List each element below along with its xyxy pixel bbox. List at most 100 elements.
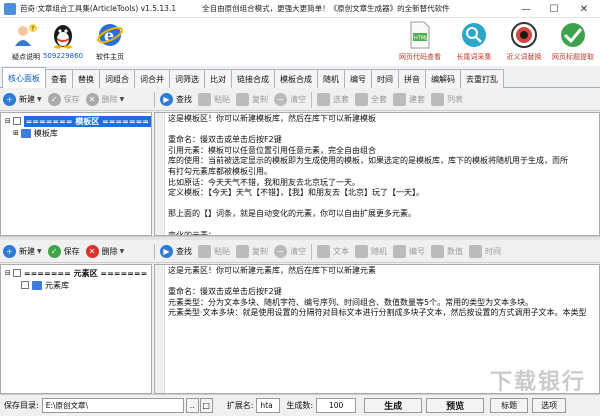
tab-dedupe-shuffle[interactable]: 去重打乱 bbox=[460, 69, 504, 88]
plus-icon: + bbox=[3, 245, 16, 258]
element-number-button[interactable]: 编号 bbox=[390, 242, 428, 262]
template-select-all-button[interactable]: 全套 bbox=[352, 90, 390, 110]
element-number-label: 编号 bbox=[409, 247, 425, 256]
tab-codec[interactable]: 编解码 bbox=[425, 69, 461, 88]
template-delete-label: 删除 bbox=[101, 95, 118, 104]
html-view-label: 网页代码查看 bbox=[399, 53, 441, 61]
element-clear-button[interactable]: − 清空 bbox=[271, 242, 309, 262]
minus-icon: − bbox=[274, 93, 287, 106]
element-find-button[interactable]: ▶ 查找 bbox=[157, 242, 195, 262]
template-paste-button[interactable]: 粘贴 bbox=[195, 90, 233, 110]
element-numeric-button[interactable]: 数值 bbox=[428, 242, 466, 262]
element-new-label: 新建 bbox=[19, 247, 35, 256]
element-tree-root-label: ======= 元素区 ======= bbox=[23, 268, 148, 278]
delete-icon: ✕ bbox=[85, 93, 99, 106]
element-tree-root[interactable]: ⊟ ======= 元素区 ======= bbox=[1, 267, 151, 279]
template-save-button[interactable]: ✓ 保存 bbox=[45, 90, 83, 110]
checkbox[interactable] bbox=[12, 269, 21, 277]
element-time-button[interactable]: 时间 bbox=[466, 242, 504, 262]
template-select-label: 选套 bbox=[333, 95, 349, 104]
tab-template-compose[interactable]: 模板合成 bbox=[274, 69, 318, 88]
element-numeric-label: 数值 bbox=[447, 247, 463, 256]
preview-button[interactable]: 预览 bbox=[426, 398, 485, 413]
browse-button[interactable]: .. bbox=[185, 398, 199, 413]
tab-number[interactable]: 编号 bbox=[344, 69, 372, 88]
element-text-button[interactable]: 文本 bbox=[314, 242, 352, 262]
delete-icon: ✕ bbox=[85, 245, 99, 258]
template-tree: ⊟ ======= 模板区 ======= ⊞ 模板库 bbox=[0, 112, 152, 236]
generate-button[interactable]: 生成 bbox=[364, 398, 423, 413]
synonym-replace-button[interactable]: 近义词替换 bbox=[501, 20, 547, 62]
checkbox[interactable] bbox=[21, 281, 29, 289]
tab-replace[interactable]: 替换 bbox=[72, 69, 100, 88]
template-build-button[interactable]: 建套 bbox=[390, 90, 428, 110]
element-delete-button[interactable]: ✕ 删除 ▼ bbox=[83, 242, 128, 262]
element-random-button[interactable]: 随机 bbox=[352, 242, 390, 262]
open-folder-button[interactable]: □ bbox=[199, 398, 213, 413]
tab-random[interactable]: 随机 bbox=[317, 69, 345, 88]
tab-view[interactable]: 查看 bbox=[45, 69, 73, 88]
tab-time[interactable]: 时间 bbox=[371, 69, 399, 88]
html-view-button[interactable]: HTML 网页代码查看 bbox=[396, 20, 444, 62]
close-button[interactable]: ✕ bbox=[568, 0, 600, 18]
homepage-button[interactable]: e 软件主页 bbox=[88, 20, 132, 62]
checkbox[interactable] bbox=[12, 117, 21, 125]
template-new-button[interactable]: + 新建 ▼ bbox=[0, 90, 45, 110]
template-save-label: 保存 bbox=[63, 95, 80, 104]
title-button[interactable]: 标题 bbox=[490, 398, 529, 413]
title-extract-button[interactable]: 网页标题提取 bbox=[548, 20, 598, 62]
svg-text:HTML: HTML bbox=[414, 36, 428, 42]
qq-label: 509229860 bbox=[42, 52, 84, 60]
element-tree-library[interactable]: 元素库 bbox=[1, 279, 151, 291]
tab-word-merge[interactable]: 词合并 bbox=[134, 69, 170, 88]
save-dir-input[interactable]: E:\原创文章\ bbox=[41, 398, 184, 413]
element-toolbar: + 新建 ▼ ✓ 保存 ✕ 删除 ▼ ▶ 查找 粘贴 复制 − 清空 文本 随机… bbox=[0, 241, 600, 263]
template-editor[interactable]: 这是模板区！你可以新建模板库，然后在库下可以新建模板 重命名：慢双击或单击后按F2… bbox=[154, 112, 600, 236]
save-dir-label: 保存目录: bbox=[4, 401, 39, 410]
title-extract-label: 网页标题提取 bbox=[552, 53, 594, 61]
options-button[interactable]: 选项 bbox=[532, 398, 567, 413]
ext-input[interactable]: hta bbox=[256, 398, 281, 413]
template-tree-library[interactable]: ⊞ 模板库 bbox=[1, 127, 151, 139]
tab-compare[interactable]: 比对 bbox=[204, 69, 232, 88]
template-find-button[interactable]: ▶ 查找 bbox=[157, 90, 195, 110]
template-copy-button[interactable]: 复制 bbox=[233, 90, 271, 110]
template-tree-library-label: 模板库 bbox=[33, 128, 58, 138]
longtail-collect-button[interactable]: 长尾词采集 bbox=[452, 20, 496, 62]
collapse-icon: ⊟ bbox=[5, 117, 11, 125]
time-icon bbox=[469, 245, 482, 258]
web-extract-icon bbox=[558, 20, 588, 50]
minimize-button[interactable]: — bbox=[512, 0, 540, 18]
number-icon bbox=[393, 245, 406, 258]
template-select-button[interactable]: 选套 bbox=[314, 90, 352, 110]
chevron-down-icon: ▼ bbox=[37, 248, 42, 255]
count-input[interactable]: 100 bbox=[316, 398, 357, 413]
editor-gutter bbox=[155, 265, 165, 393]
tab-word-combine[interactable]: 词组合 bbox=[99, 69, 135, 88]
element-copy-button[interactable]: 复制 bbox=[233, 242, 271, 262]
element-save-button[interactable]: ✓ 保存 bbox=[45, 242, 83, 262]
template-tree-root[interactable]: ⊟ ======= 模板区 ======= bbox=[1, 115, 151, 127]
template-clear-button[interactable]: − 清空 bbox=[271, 90, 309, 110]
tab-pinyin[interactable]: 拼音 bbox=[398, 69, 426, 88]
toolbar-divider bbox=[311, 91, 312, 108]
template-list-button[interactable]: 列表 bbox=[428, 90, 466, 110]
library-icon bbox=[32, 280, 42, 290]
title-bar: 芭奇·文章组合工具集(ArticleTools) v1.5.13.1 全自由原创… bbox=[0, 0, 600, 18]
template-delete-button[interactable]: ✕ 删除 ▼ bbox=[83, 90, 128, 110]
tab-core-panel[interactable]: 核心面板 bbox=[2, 67, 46, 88]
maximize-button[interactable]: ☐ bbox=[540, 0, 568, 18]
tab-link-compose[interactable]: 链接合成 bbox=[231, 69, 275, 88]
element-paste-button[interactable]: 粘贴 bbox=[195, 242, 233, 262]
tab-word-filter[interactable]: 词筛选 bbox=[169, 69, 205, 88]
editor-line: 重命名：慢双击或单击后按F2键 bbox=[168, 135, 282, 145]
qq-button[interactable]: 509229860 bbox=[38, 20, 88, 60]
pane-splitter[interactable] bbox=[0, 236, 600, 240]
play-icon: ▶ bbox=[160, 93, 173, 106]
element-save-label: 保存 bbox=[63, 247, 80, 256]
html-file-icon: HTML bbox=[405, 20, 435, 50]
check-icon: ✓ bbox=[47, 245, 61, 258]
library-icon bbox=[20, 128, 31, 138]
toolbar-divider bbox=[311, 243, 312, 260]
element-new-button[interactable]: + 新建 ▼ bbox=[0, 242, 45, 262]
